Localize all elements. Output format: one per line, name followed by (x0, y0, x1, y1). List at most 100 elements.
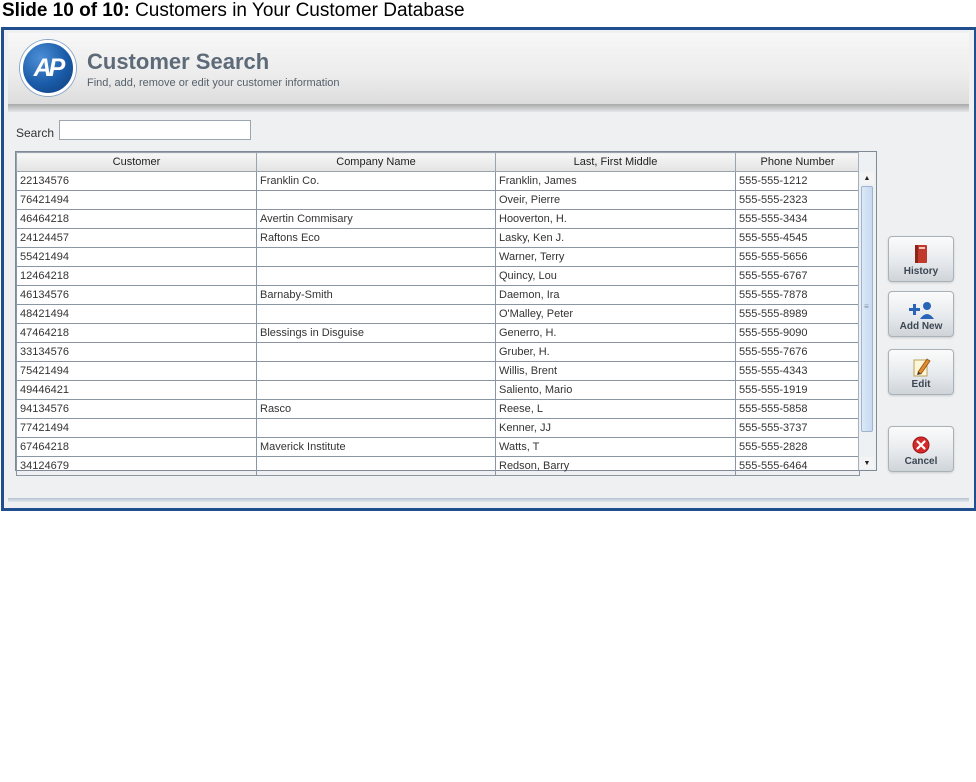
edit-button[interactable]: Edit (888, 349, 954, 395)
contact-name-cell: Oveir, Pierre (495, 190, 736, 210)
company-name-cell: Blessings in Disguise (256, 323, 496, 343)
customer-id-cell: 12464218 (16, 266, 257, 286)
phone-number-cell: 555-555-5858 (735, 399, 860, 419)
table-header-row: Customer Company Name Last, First Middle Ph… (16, 152, 860, 172)
phone-number-cell: 555-555-7878 (735, 285, 860, 305)
search-label: Search (16, 126, 55, 140)
company-name-cell (256, 380, 496, 400)
table-row[interactable]: 76421494 Oveir, Pierre 555-555-2323 (16, 190, 860, 210)
table-row[interactable]: 33134576 Gruber, H. 555-555-7676 (16, 342, 860, 362)
phone-number-cell: 555-555-6767 (735, 266, 860, 286)
phone-number-cell: 555-555-2323 (735, 190, 860, 210)
ap-logo: AP (20, 40, 76, 96)
customer-id-cell: 24124457 (16, 228, 257, 248)
table-row[interactable]: 12464218 Quincy, Lou 555-555-6767 (16, 266, 860, 286)
slide-heading: Customers in Your Customer Database (135, 0, 465, 21)
company-name-cell (256, 304, 496, 324)
contact-name-cell: Hooverton, H. (495, 209, 736, 229)
add-new-button[interactable]: Add New (888, 291, 954, 337)
edit-label: Edit (911, 379, 931, 390)
app-window: AP Customer Search Find, add, remove or … (1, 27, 976, 511)
table-row[interactable]: 24124457 Raftons Eco Lasky, Ken J. 555-555-… (16, 228, 860, 248)
page-subtitle: Find, add, remove or edit your customer … (87, 77, 340, 89)
table-row[interactable]: 49446421 Saliento, Mario 555-555-1919 (16, 380, 860, 400)
table-row[interactable]: 75421494 Willis, Brent 555-555-4343 (16, 361, 860, 381)
scroll-up-icon[interactable]: ▲ (860, 172, 874, 184)
column-header[interactable]: Last, First Middle (495, 152, 736, 172)
table-row[interactable]: 48421494 O'Malley, Peter 555-555-8989 (16, 304, 860, 324)
phone-number-cell: 555-555-2828 (735, 437, 860, 457)
company-name-cell (256, 361, 496, 381)
table-row[interactable]: 22134576 Franklin Co. Franklin, James 555-5… (16, 171, 860, 191)
contact-name-cell: Redson, Barry (495, 456, 736, 476)
table-row[interactable]: 47464218 Blessings in Disguise Generro, H.… (16, 323, 860, 343)
add-new-label: Add New (899, 321, 943, 332)
contact-name-cell: O'Malley, Peter (495, 304, 736, 324)
customer-table-container: Customer Company Name Last, First Middle Ph… (15, 151, 877, 476)
customer-id-cell: 34124679 (16, 456, 257, 476)
phone-number-cell: 555-555-1212 (735, 171, 860, 191)
contact-name-cell: Kenner, JJ (495, 418, 736, 438)
customer-id-cell: 22134576 (16, 171, 257, 191)
page-title: Customer Search (87, 49, 270, 74)
customer-id-cell: 46134576 (16, 285, 257, 305)
customer-id-cell: 76421494 (16, 190, 257, 210)
company-name-cell: Franklin Co. (256, 171, 496, 191)
customer-id-cell: 33134576 (16, 342, 257, 362)
customer-id-cell: 46464218 (16, 209, 257, 229)
contact-name-cell: Willis, Brent (495, 361, 736, 381)
table-row[interactable]: 46464218 Avertin Commisary Hooverton, H. 55… (16, 209, 860, 229)
table-row[interactable]: 77421494 Kenner, JJ 555-555-3737 (16, 418, 860, 438)
table-row[interactable]: 46134576 Barnaby-Smith Daemon, Ira 555-555-… (16, 285, 860, 305)
search-input[interactable] (59, 120, 251, 140)
table-row[interactable]: 67464218 Maverick Institute Watts, T 555-55… (16, 437, 860, 457)
column-header[interactable]: Phone Number (735, 152, 860, 172)
customer-id-cell: 47464218 (16, 323, 257, 343)
cancel-label: Cancel (904, 456, 938, 467)
company-name-cell: Barnaby-Smith (256, 285, 496, 305)
customer-id-cell: 75421494 (16, 361, 257, 381)
grip-icon: ≡ (864, 302, 869, 311)
company-name-cell (256, 456, 496, 476)
company-name-cell (256, 190, 496, 210)
phone-number-cell: 555-555-5656 (735, 247, 860, 267)
contact-name-cell: Watts, T (495, 437, 736, 457)
column-header[interactable]: Company Name (256, 152, 496, 172)
contact-name-cell: Daemon, Ira (495, 285, 736, 305)
phone-number-cell: 555-555-7676 (735, 342, 860, 362)
table-row[interactable]: 94134576 Rasco Reese, L 555-555-5858 (16, 399, 860, 419)
customer-id-cell: 48421494 (16, 304, 257, 324)
history-label: History (903, 266, 939, 277)
contact-name-cell: Franklin, James (495, 171, 736, 191)
phone-number-cell: 555-555-4545 (735, 228, 860, 248)
logo-text: AP (33, 53, 66, 82)
table-scrollbar[interactable]: ▲ ≡ ▼ (858, 152, 876, 470)
contact-name-cell: Gruber, H. (495, 342, 736, 362)
customer-id-cell: 49446421 (16, 380, 257, 400)
table-row[interactable]: 55421494 Warner, Terry 555-555-5656 (16, 247, 860, 267)
slide-title: Slide 10 of 10: Customers in Your Custom… (2, 0, 465, 24)
edit-icon (913, 358, 931, 377)
contact-name-cell: Quincy, Lou (495, 266, 736, 286)
cancel-button[interactable]: Cancel (888, 426, 954, 472)
scrollbar-thumb[interactable]: ≡ (861, 186, 873, 432)
phone-number-cell: 555-555-4343 (735, 361, 860, 381)
company-name-cell: Rasco (256, 399, 496, 419)
company-name-cell (256, 342, 496, 362)
company-name-cell (256, 418, 496, 438)
table-row[interactable]: 34124679 Redson, Barry 555-555-6464 (16, 456, 860, 476)
customer-id-cell: 67464218 (16, 437, 257, 457)
column-header[interactable]: Customer (16, 152, 257, 172)
contact-name-cell: Generro, H. (495, 323, 736, 343)
customer-id-cell: 77421494 (16, 418, 257, 438)
contact-name-cell: Warner, Terry (495, 247, 736, 267)
customer-id-cell: 94134576 (16, 399, 257, 419)
history-button[interactable]: History (888, 236, 954, 282)
customer-id-cell: 55421494 (16, 247, 257, 267)
company-name-cell (256, 247, 496, 267)
book-icon (915, 245, 927, 263)
contact-name-cell: Lasky, Ken J. (495, 228, 736, 248)
company-name-cell: Maverick Institute (256, 437, 496, 457)
scroll-down-icon[interactable]: ▼ (860, 457, 874, 469)
phone-number-cell: 555-555-9090 (735, 323, 860, 343)
